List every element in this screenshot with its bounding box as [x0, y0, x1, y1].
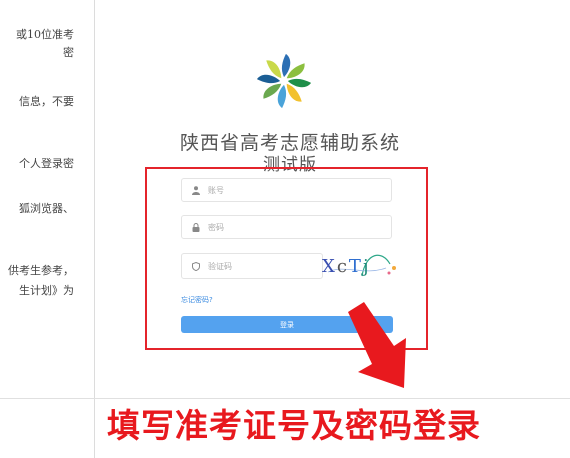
instruction-line: 信息，不要: [19, 95, 74, 108]
captcha-char: T: [348, 256, 363, 277]
captcha-field[interactable]: 验证码: [181, 253, 323, 279]
instruction-line: 个人登录密: [19, 157, 74, 170]
username-field[interactable]: 账号: [181, 178, 392, 202]
instruction-line: 狐浏览器、: [19, 202, 74, 215]
captcha-char: j: [362, 256, 371, 277]
instruction-line: 密: [63, 46, 74, 59]
lock-icon: [188, 222, 204, 232]
captcha-char: c: [336, 256, 349, 277]
username-placeholder: 账号: [208, 185, 224, 195]
captcha-text: XcTj: [322, 256, 371, 277]
forgot-password-link[interactable]: 忘记密码?: [181, 295, 213, 305]
captcha-placeholder: 验证码: [208, 261, 232, 271]
pinwheel-logo-icon: [256, 53, 312, 109]
instruction-line: 或10位准考: [16, 28, 74, 41]
user-icon: [188, 185, 204, 195]
captcha-char: X: [322, 256, 337, 277]
password-placeholder: 密码: [208, 222, 224, 232]
instruction-line: 供考生参考，: [8, 264, 74, 277]
password-field[interactable]: 密码: [181, 215, 392, 239]
instruction-line: 生计划》为: [19, 284, 74, 297]
red-arrow-icon: [348, 302, 406, 388]
instruction-column: 或10位准考 密 信息，不要 个人登录密 狐浏览器、 供考生参考， 生计划》为: [0, 0, 95, 458]
instruction-caption: 填写准考证号及密码登录: [107, 406, 481, 445]
shield-icon: [188, 261, 204, 271]
